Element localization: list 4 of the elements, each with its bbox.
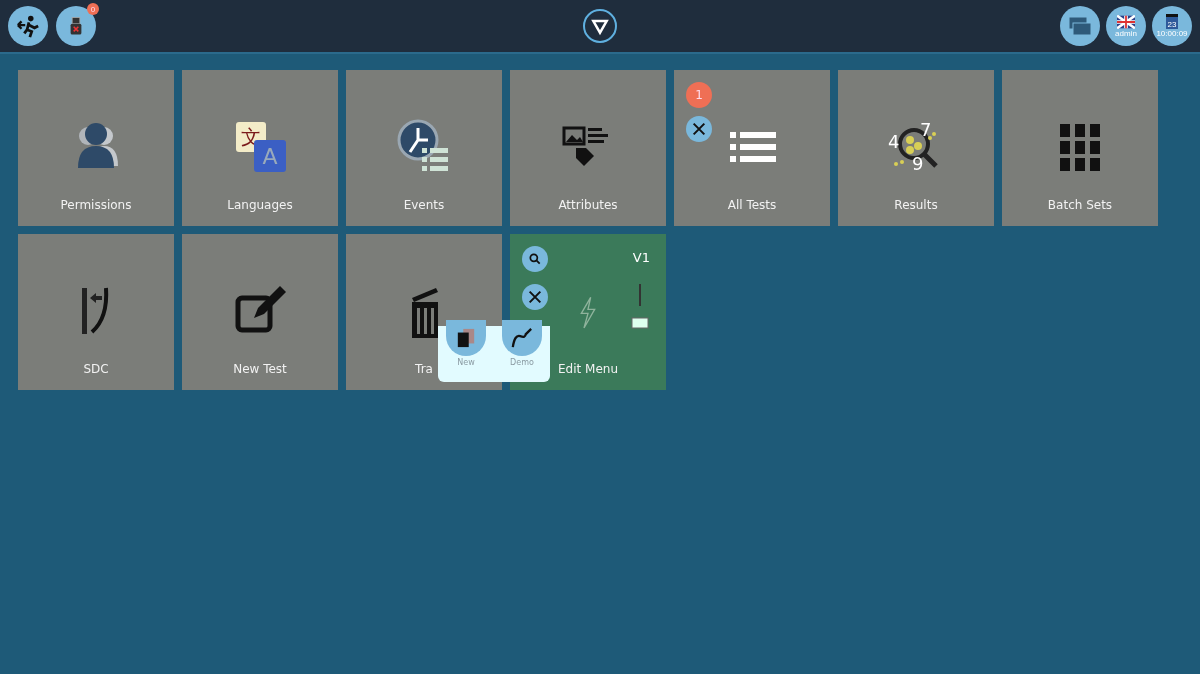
count-badge: 0 bbox=[87, 3, 99, 15]
version-label: V1 bbox=[632, 250, 650, 265]
calendar-icon: 23 bbox=[1165, 14, 1179, 29]
count-badge: 1 bbox=[686, 82, 712, 108]
